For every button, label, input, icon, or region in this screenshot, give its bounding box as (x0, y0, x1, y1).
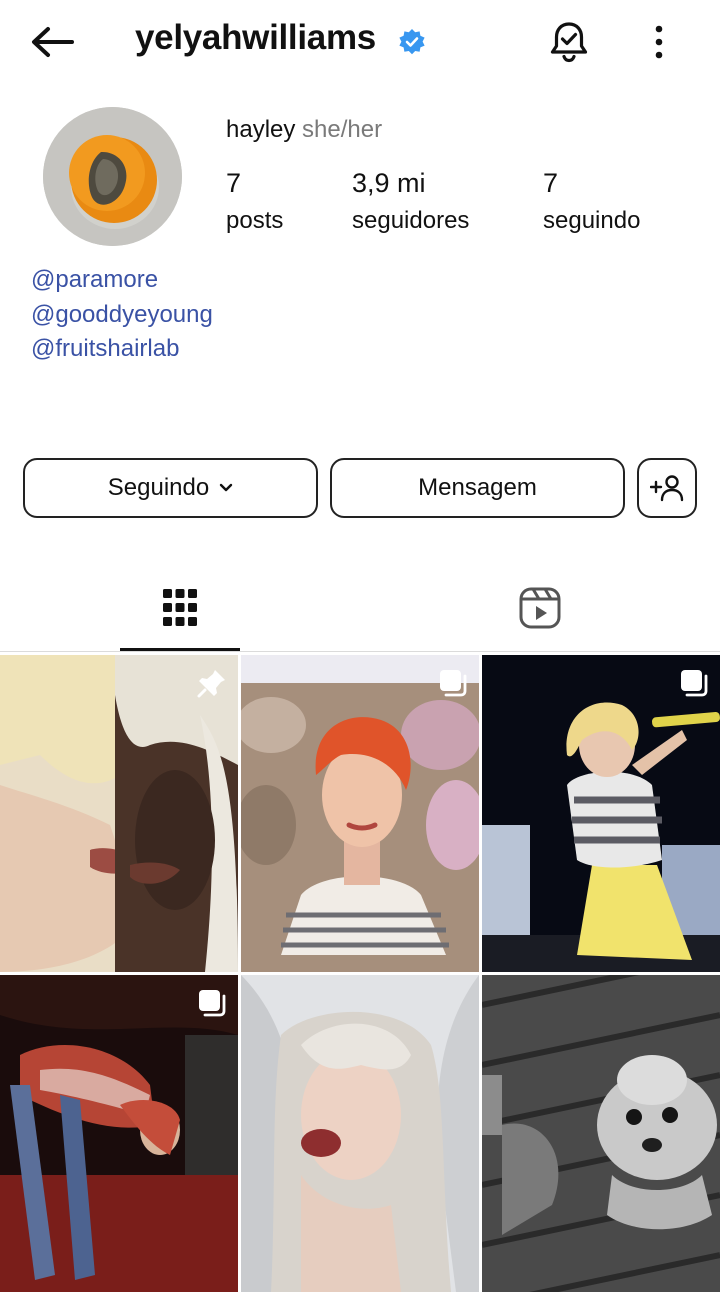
posts-grid (0, 655, 720, 1292)
stat-followers-label: seguidores (352, 207, 470, 234)
tabs-divider (0, 651, 720, 652)
post-image-1 (0, 655, 238, 972)
stat-followers[interactable]: 3,9 mi seguidores (352, 165, 469, 237)
following-button-label: Seguindo (107, 474, 210, 501)
carousel-icon (681, 670, 708, 697)
avatar-photo (43, 107, 182, 246)
profile-username: yelyahwilliams (135, 18, 376, 57)
back-arrow-icon[interactable] (28, 22, 76, 62)
chevron-down-icon (220, 483, 233, 492)
stat-posts[interactable]: 7 posts (226, 165, 283, 237)
suggest-users-button[interactable] (637, 458, 697, 518)
stat-posts-value: 7 (226, 168, 242, 198)
post-image-2 (241, 655, 479, 972)
stat-posts-label: posts (226, 207, 284, 234)
bio-link-gooddyeyoung[interactable]: @gooddyeyoung (31, 298, 213, 333)
profile-avatar[interactable] (43, 107, 182, 246)
following-button[interactable]: Seguindo (23, 458, 318, 518)
bio-link-paramore[interactable]: @paramore (31, 263, 213, 298)
stat-following-label: seguindo (543, 207, 641, 234)
pronouns: she/her (302, 116, 383, 143)
post-thumbnail-6[interactable] (482, 975, 720, 1292)
stat-followers-value: 3,9 mi (352, 168, 426, 198)
bio-links: @paramore @gooddyeyoung @fruitshairlab (31, 263, 213, 367)
top-bar: yelyahwilliams (0, 0, 720, 84)
post-image-3 (482, 655, 720, 972)
carousel-icon (440, 670, 467, 697)
carousel-icon (199, 990, 226, 1017)
bio-link-fruitshairlab[interactable]: @fruitshairlab (31, 332, 213, 367)
tab-reels[interactable] (480, 568, 600, 650)
post-thumbnail-1[interactable] (0, 655, 238, 972)
stat-following[interactable]: 7 seguindo (543, 165, 640, 237)
post-image-6 (482, 975, 720, 1292)
post-thumbnail-2[interactable] (241, 655, 479, 972)
grid-icon (163, 589, 197, 626)
tab-posts-grid[interactable] (120, 568, 240, 650)
notification-bell-icon[interactable] (548, 20, 590, 64)
verified-badge-icon (399, 29, 425, 55)
post-thumbnail-5[interactable] (241, 975, 479, 1292)
post-thumbnail-4[interactable] (0, 975, 238, 1292)
message-button-label: Mensagem (418, 474, 537, 501)
stat-following-value: 7 (543, 168, 559, 198)
display-name: hayley (226, 116, 296, 143)
add-user-icon (650, 475, 684, 502)
post-thumbnail-3[interactable] (482, 655, 720, 972)
profile-name-line: hayley she/her (226, 116, 382, 144)
post-image-5 (241, 975, 479, 1292)
reels-icon (519, 587, 561, 629)
pinned-icon (197, 670, 225, 698)
message-button[interactable]: Mensagem (330, 458, 625, 518)
more-options-icon[interactable] (645, 24, 673, 60)
post-image-4 (0, 975, 238, 1292)
